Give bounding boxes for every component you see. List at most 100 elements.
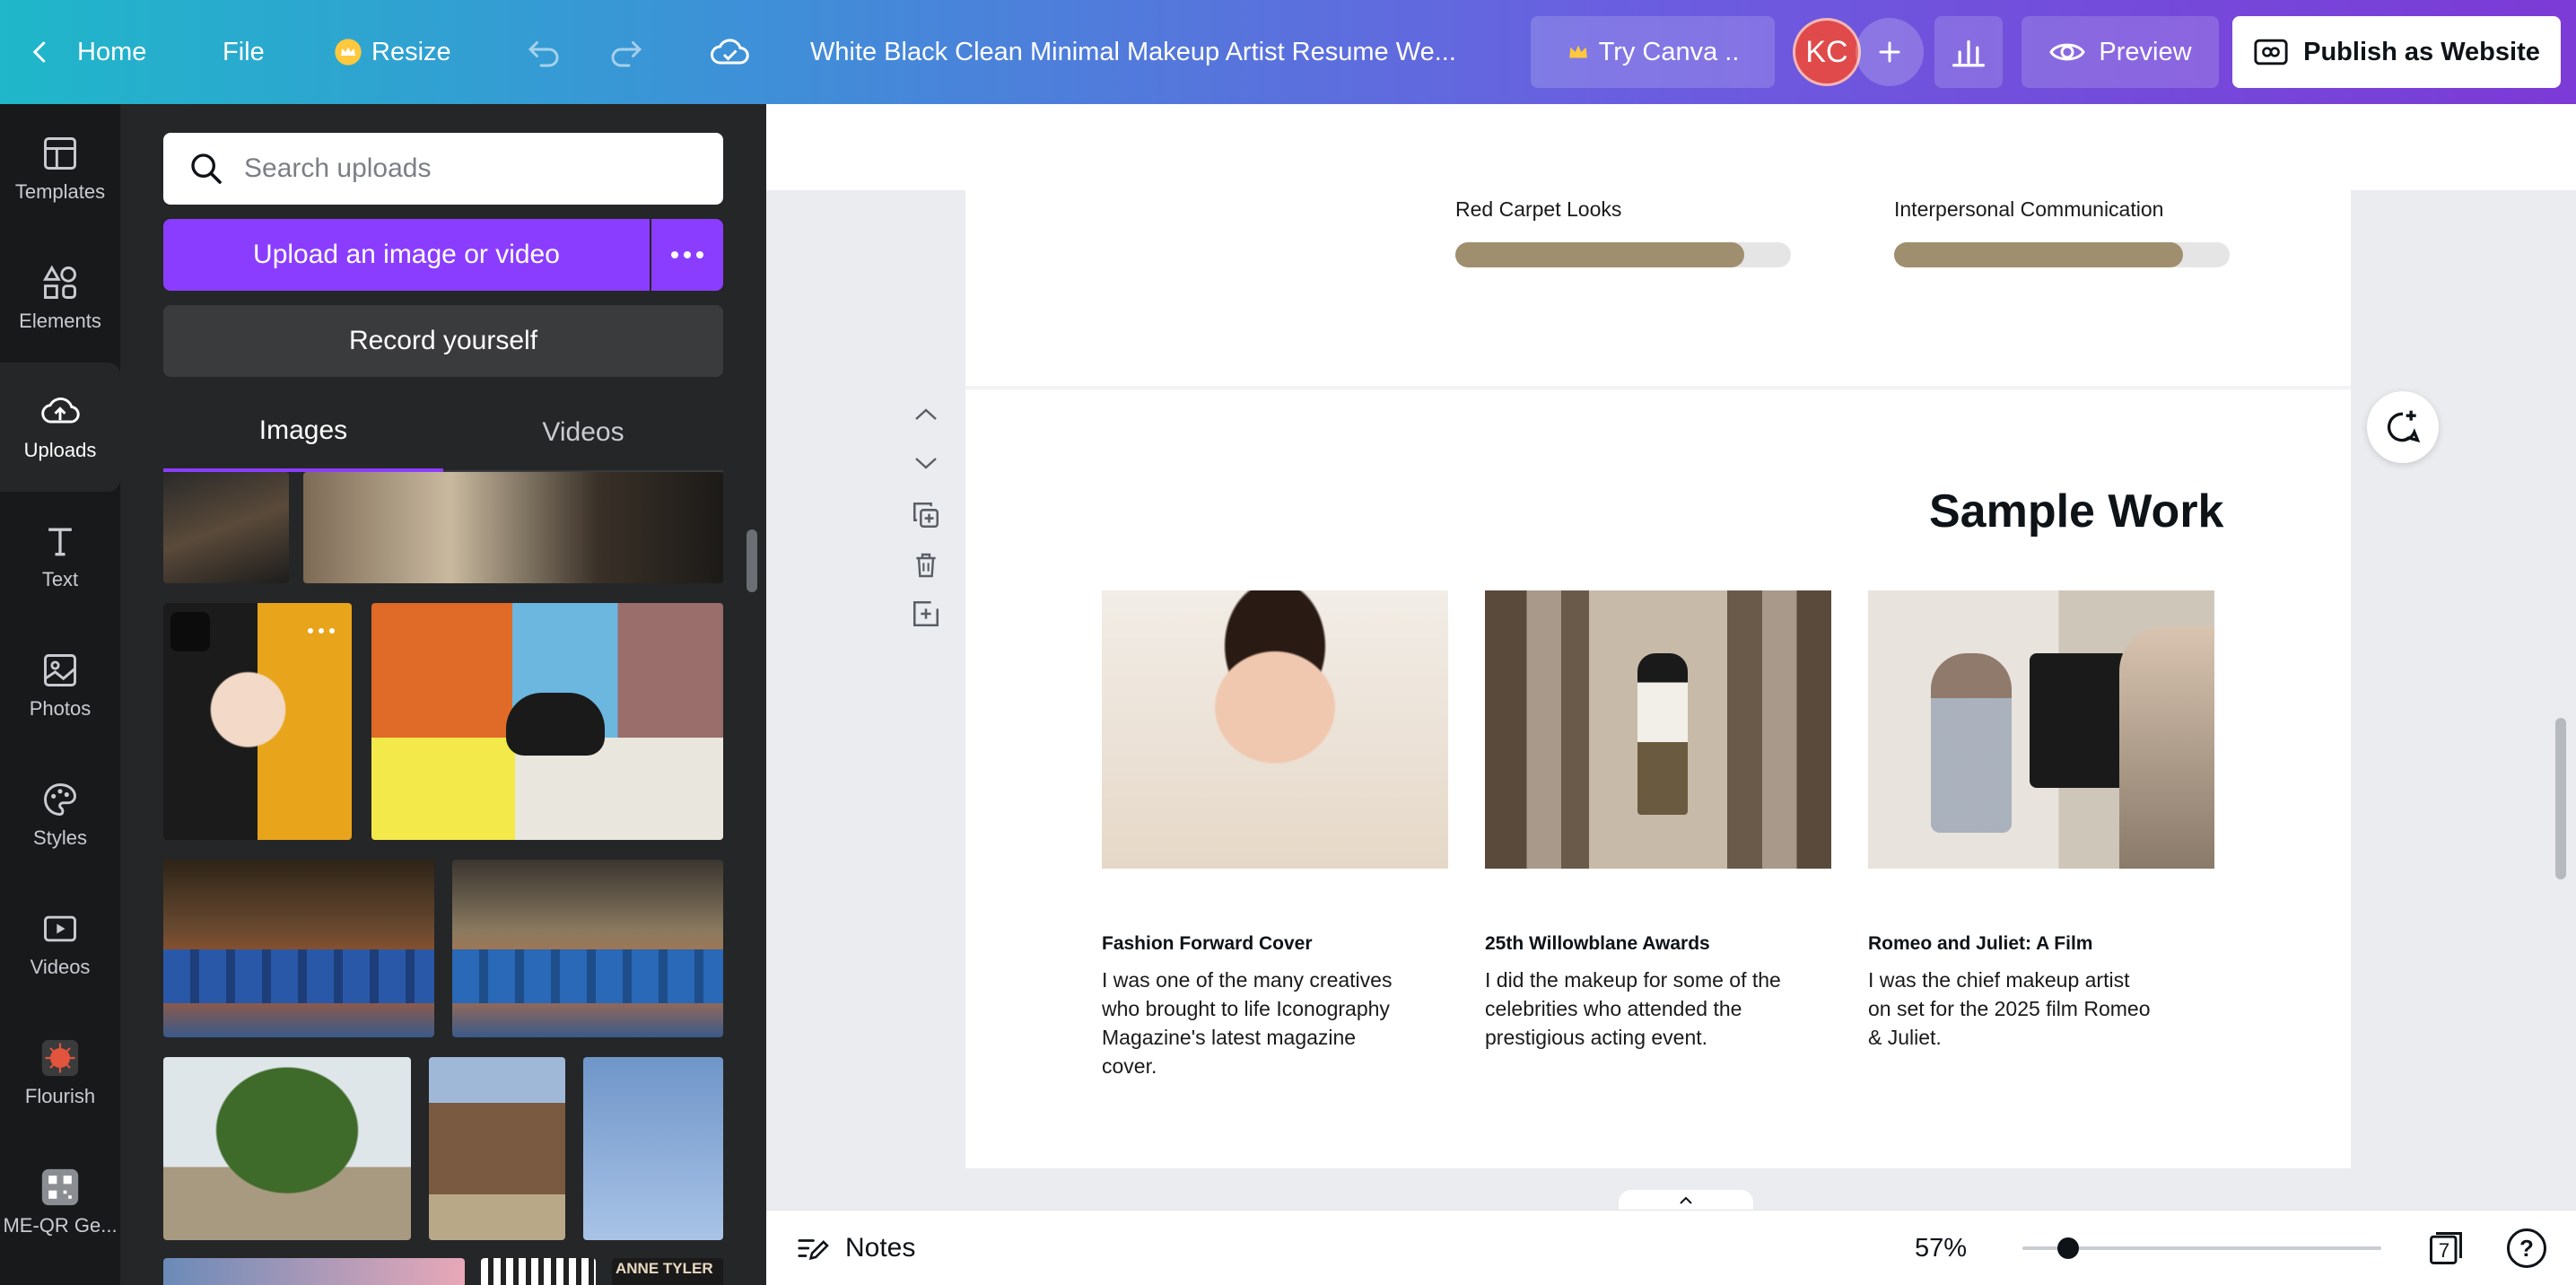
- tab-videos[interactable]: Videos: [443, 393, 723, 472]
- upload-thumbnail[interactable]: [303, 472, 723, 583]
- rail-item-styles[interactable]: Styles: [0, 750, 120, 879]
- preview-button[interactable]: Preview: [2022, 16, 2219, 88]
- skill-bar-fill: [1894, 242, 2183, 267]
- duplicate-icon: [913, 502, 939, 529]
- record-yourself-button[interactable]: Record yourself: [163, 305, 723, 377]
- add-comment-button[interactable]: [2367, 391, 2439, 463]
- rail-item-label: Flourish: [24, 1085, 96, 1107]
- eye-icon: [2049, 43, 2086, 61]
- templates-icon: [44, 137, 76, 170]
- file-label: File: [223, 37, 265, 66]
- more-horizontal-icon[interactable]: [307, 626, 336, 635]
- chevron-up-icon: [915, 408, 937, 420]
- upload-thumbnail[interactable]: [163, 860, 434, 1037]
- bar-chart-icon: [1952, 39, 1985, 67]
- rail-item-uploads[interactable]: Uploads: [0, 363, 120, 492]
- uploads-panel: Upload an image or video Record yourself…: [120, 104, 766, 1285]
- work-title: Romeo and Juliet: A Film: [1868, 933, 2093, 954]
- top-bar: Home File Resize White Black Clean Minim…: [0, 0, 2576, 104]
- rail-item-elements[interactable]: Elements: [0, 233, 120, 363]
- upload-thumbnail[interactable]: [163, 1258, 465, 1285]
- panel-scrollbar[interactable]: [747, 529, 757, 592]
- zoom-percentage[interactable]: 57%: [1915, 1211, 1967, 1285]
- comment-plus-icon: [2387, 410, 2421, 443]
- work-description: I was one of the many creatives who brou…: [1102, 968, 1393, 1078]
- chevron-up-icon: [1680, 1196, 1692, 1204]
- upload-thumbnail[interactable]: [163, 472, 289, 583]
- tab-images[interactable]: Images: [163, 393, 443, 472]
- delete-page-button[interactable]: [906, 546, 946, 585]
- upload-thumbnail[interactable]: [452, 860, 723, 1037]
- skill-bar-fill: [1455, 242, 1744, 267]
- crown-icon: [335, 39, 362, 66]
- share-add-button[interactable]: [1856, 18, 1924, 86]
- resize-button[interactable]: Resize: [334, 0, 451, 104]
- design-title[interactable]: White Black Clean Minimal Makeup Artist …: [810, 0, 1492, 104]
- rail-item-photos[interactable]: Photos: [0, 621, 120, 750]
- upload-thumbnail[interactable]: [163, 1057, 411, 1240]
- upload-thumbnail[interactable]: [371, 603, 723, 840]
- rail-item-text[interactable]: Text: [0, 492, 120, 621]
- thumbnail-select-checkbox[interactable]: [170, 612, 210, 651]
- rail-item-label: Videos: [30, 956, 91, 978]
- rail-item-meqr[interactable]: ME-QR Ge...: [0, 1138, 120, 1267]
- publish-label: Publish as Website: [2303, 37, 2540, 66]
- search-icon: [191, 153, 222, 184]
- sample-work-image[interactable]: [1868, 590, 2214, 869]
- insights-button[interactable]: [1934, 16, 2003, 88]
- add-page-button[interactable]: [906, 594, 946, 634]
- sample-work-image[interactable]: [1485, 590, 1831, 869]
- work-title: 25th Willowblane Awards: [1485, 933, 1710, 954]
- upload-media-button[interactable]: Upload an image or video: [163, 219, 650, 291]
- rail-item-flourish[interactable]: Flourish: [0, 1009, 120, 1138]
- expand-page-thumbnails-button[interactable]: [1619, 1190, 1753, 1211]
- rail-item-templates[interactable]: Templates: [0, 104, 120, 233]
- trash-icon: [916, 553, 936, 578]
- move-page-up-button[interactable]: [906, 395, 946, 434]
- section-title: Sample Work: [1929, 485, 2224, 538]
- undo-button[interactable]: [524, 0, 563, 104]
- redo-button[interactable]: [607, 0, 646, 104]
- upload-options-button[interactable]: [651, 219, 723, 291]
- upload-thumbnail[interactable]: [481, 1258, 596, 1285]
- photos-icon: [44, 654, 76, 686]
- notes-label: Notes: [845, 1233, 916, 1263]
- move-page-down-button[interactable]: [906, 443, 946, 483]
- rail-item-videos[interactable]: Videos: [0, 879, 120, 1009]
- file-menu-button[interactable]: File: [223, 0, 265, 104]
- bottom-bar: Notes 57% 7 ?: [766, 1210, 2576, 1285]
- resize-label: Resize: [371, 37, 451, 66]
- publish-website-button[interactable]: Publish as Website: [2232, 16, 2561, 88]
- more-horizontal-icon: [671, 251, 703, 258]
- chevron-down-icon: [915, 458, 937, 469]
- canvas-scrollbar[interactable]: [2555, 718, 2566, 879]
- flourish-icon: [41, 1039, 79, 1077]
- help-button[interactable]: ?: [2507, 1228, 2546, 1268]
- plus-icon: [1879, 41, 1900, 63]
- avatar[interactable]: KC: [1793, 18, 1861, 86]
- save-status-button[interactable]: [709, 0, 750, 104]
- upload-thumbnail[interactable]: [429, 1057, 565, 1240]
- canvas-header-strip: [766, 104, 2576, 190]
- upload-thumbnail[interactable]: [583, 1057, 723, 1240]
- upload-thumbnail[interactable]: ANNE TYLER: [612, 1258, 723, 1285]
- zoom-slider-handle[interactable]: [2056, 1237, 2079, 1259]
- search-uploads-input[interactable]: [244, 153, 711, 184]
- work-title: Fashion Forward Cover: [1102, 933, 1313, 954]
- try-canva-pro-button[interactable]: Try Canva ..: [1531, 16, 1775, 88]
- page-count-button[interactable]: 7: [2424, 1227, 2467, 1270]
- sample-work-image[interactable]: [1102, 590, 1448, 869]
- text-icon: [48, 528, 72, 556]
- home-button[interactable]: Home: [27, 0, 146, 104]
- elements-icon: [42, 265, 76, 299]
- rail-item-label: Elements: [19, 310, 101, 332]
- thumbnail-overlay-text: ANNE TYLER: [616, 1260, 713, 1277]
- notes-button[interactable]: Notes: [795, 1211, 915, 1285]
- media-tabs: Images Videos: [163, 393, 723, 472]
- meqr-icon: [41, 1168, 79, 1206]
- undo-icon: [528, 41, 559, 67]
- page-count: 7: [2438, 1239, 2450, 1262]
- search-box[interactable]: [163, 133, 723, 205]
- duplicate-page-button[interactable]: [906, 495, 946, 535]
- upload-thumbnail[interactable]: [163, 603, 352, 840]
